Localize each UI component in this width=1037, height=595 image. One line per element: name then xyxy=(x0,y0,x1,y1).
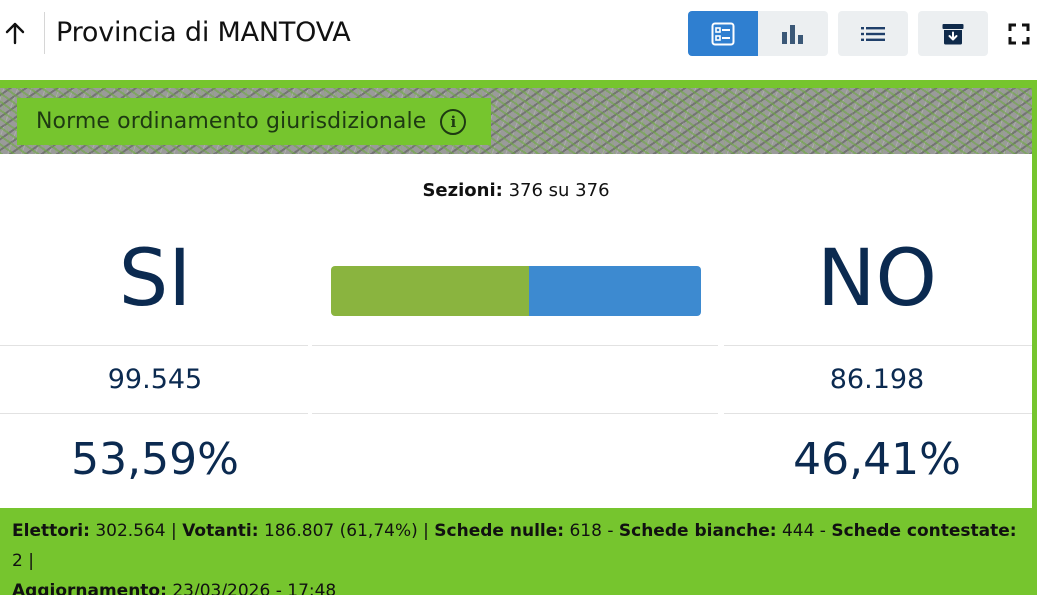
aggiornamento-label: Aggiornamento: xyxy=(12,581,167,595)
detail-view-button[interactable] xyxy=(688,11,758,56)
arrow-up-icon xyxy=(5,22,25,45)
schede-contestate-value: 2 xyxy=(12,551,23,571)
result-card: Norme ordinamento giurisdizionale i Sezi… xyxy=(0,80,1037,595)
archive-button[interactable] xyxy=(918,11,988,56)
result-panel: Norme ordinamento giurisdizionale i Sezi… xyxy=(0,88,1032,508)
schede-bianche-value: 444 xyxy=(781,521,815,541)
chart-view-button[interactable] xyxy=(758,11,828,56)
top-bar: Provincia di MANTOVA xyxy=(0,0,1037,68)
schede-contestate-label: Schede contestate: xyxy=(831,521,1017,541)
elettori-label: Elettori: xyxy=(12,521,90,541)
elettori-value: 302.564 xyxy=(95,521,166,541)
summary-footer: Elettori: 302.564 | Votanti: 186.807 (61… xyxy=(12,516,1022,595)
si-percent: 53,59% xyxy=(71,434,239,485)
votanti-label: Votanti: xyxy=(182,521,259,541)
row-divider xyxy=(724,345,1032,346)
row-divider xyxy=(0,413,308,414)
archive-icon xyxy=(942,23,964,44)
back-button[interactable] xyxy=(0,14,30,52)
bar-chart-icon xyxy=(782,24,803,44)
sezioni-count: Sezioni: 376 su 376 xyxy=(0,180,1032,201)
list-view-button[interactable] xyxy=(838,11,908,56)
si-votes: 99.545 xyxy=(107,364,203,395)
no-label: NO xyxy=(817,234,937,324)
sezioni-label: Sezioni: xyxy=(422,180,503,201)
fullscreen-icon xyxy=(1008,23,1030,45)
fullscreen-button[interactable] xyxy=(1006,21,1032,47)
no-percent: 46,41% xyxy=(793,434,961,485)
votanti-value: 186.807 (61,74%) xyxy=(263,521,418,541)
header-divider xyxy=(44,12,45,54)
aggiornamento-value: 23/03/2026 - 17:48 xyxy=(172,581,337,595)
page-title: Provincia di MANTOVA xyxy=(56,17,351,48)
row-divider xyxy=(312,345,718,346)
result-bar xyxy=(331,266,701,316)
sezioni-value: 376 su 376 xyxy=(508,180,610,201)
row-divider xyxy=(0,345,308,346)
row-divider xyxy=(312,413,718,414)
info-icon[interactable]: i xyxy=(440,108,467,135)
list-icon xyxy=(861,26,885,41)
schede-bianche-label: Schede bianche: xyxy=(618,521,777,541)
referendum-banner: Norme ordinamento giurisdizionale i xyxy=(0,88,1032,154)
referendum-title-tag: Norme ordinamento giurisdizionale i xyxy=(17,98,491,145)
schede-nulle-label: Schede nulle: xyxy=(434,521,565,541)
row-divider xyxy=(724,413,1032,414)
schede-nulle-value: 618 xyxy=(569,521,602,541)
list-detail-icon xyxy=(711,22,735,45)
result-bar-no xyxy=(529,266,701,316)
referendum-title: Norme ordinamento giurisdizionale xyxy=(36,109,427,134)
no-votes: 86.198 xyxy=(829,364,925,395)
result-bar-si xyxy=(331,266,530,316)
si-label: SI xyxy=(118,234,192,324)
